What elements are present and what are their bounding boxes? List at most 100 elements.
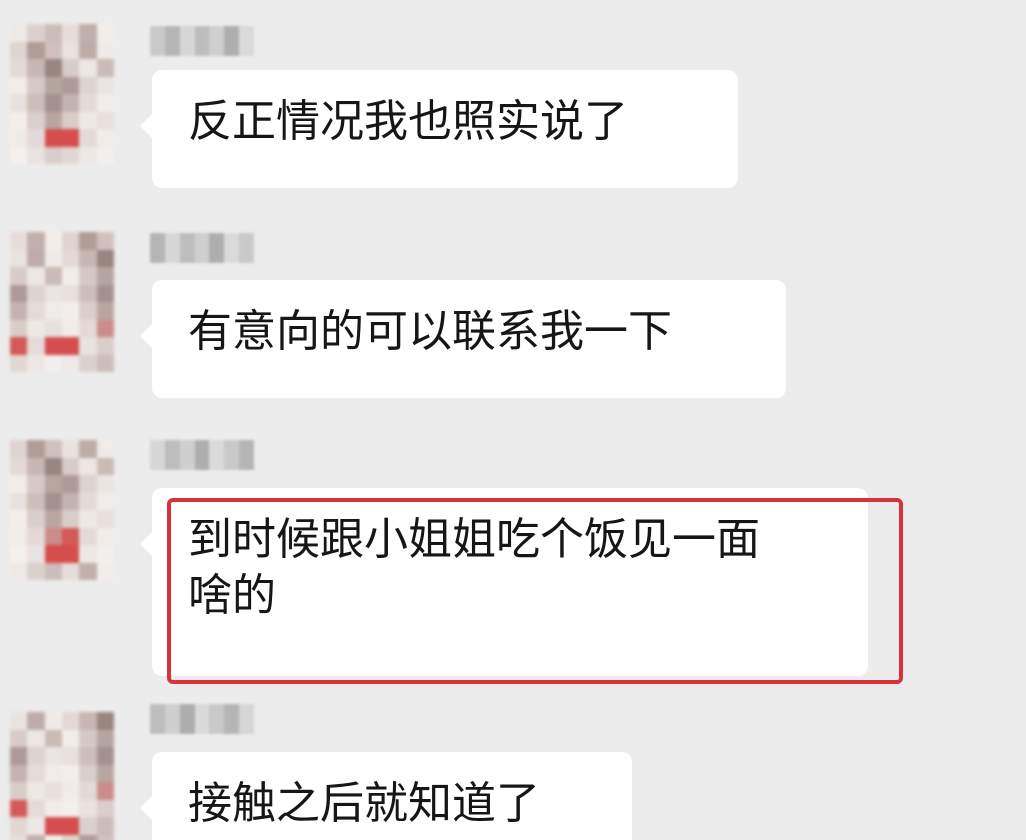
- avatar-mosaic-pixel: [27, 76, 45, 94]
- name-mosaic-pixel: [239, 704, 254, 719]
- avatar-mosaic-pixel: [79, 729, 97, 747]
- avatar-mosaic-pixel: [44, 267, 62, 285]
- avatar-mosaic-pixel: [62, 527, 80, 545]
- avatar[interactable]: [10, 712, 114, 840]
- avatar-mosaic-pixel: [62, 319, 80, 337]
- name-mosaic-pixel: [179, 26, 195, 41]
- name-mosaic-pixel: [164, 440, 180, 455]
- avatar-mosaic-pixel: [27, 712, 45, 730]
- sender-name: [150, 233, 254, 263]
- avatar-mosaic-pixel: [44, 302, 62, 320]
- name-mosaic-pixel: [239, 26, 254, 41]
- avatar-mosaic-pixel: [27, 146, 45, 164]
- avatar-mosaic-pixel: [62, 764, 80, 782]
- name-mosaic-pixel: [179, 41, 195, 56]
- name-mosaic-pixel: [209, 455, 225, 470]
- avatar-mosaic-pixel: [44, 475, 62, 493]
- name-mosaic-pixel: [179, 233, 195, 248]
- avatar-mosaic-pixel: [27, 817, 45, 835]
- avatar-mosaic-pixel: [10, 302, 28, 320]
- avatar[interactable]: [10, 232, 114, 372]
- avatar-mosaic-pixel: [79, 764, 97, 782]
- avatar[interactable]: [10, 24, 114, 164]
- name-mosaic-pixel: [209, 233, 225, 248]
- avatar-mosaic-pixel: [44, 24, 62, 42]
- avatar-mosaic-pixel: [79, 510, 97, 528]
- avatar-mosaic-pixel: [27, 129, 45, 147]
- avatar-mosaic-pixel: [44, 492, 62, 510]
- avatar-mosaic-pixel: [10, 232, 28, 250]
- avatar-mosaic-pixel: [10, 545, 28, 563]
- avatar-mosaic-pixel: [44, 440, 62, 458]
- message-bubble[interactable]: 有意向的可以联系我一下: [140, 280, 786, 398]
- avatar-mosaic-pixel: [10, 24, 28, 42]
- avatar-mosaic-pixel: [62, 354, 80, 372]
- avatar-mosaic-pixel: [96, 457, 114, 475]
- message-bubble[interactable]: 接触之后就知道了: [140, 752, 632, 840]
- name-mosaic-pixel: [239, 248, 254, 263]
- name-mosaic-pixel: [194, 233, 210, 248]
- avatar-mosaic-pixel: [62, 782, 80, 800]
- avatar-mosaic-pixel: [62, 249, 80, 267]
- avatar-mosaic-pixel: [79, 475, 97, 493]
- avatar-mosaic-pixel: [27, 59, 45, 77]
- name-mosaic-pixel: [164, 41, 180, 56]
- sender-name: [150, 440, 254, 470]
- avatar-mosaic-pixel: [27, 510, 45, 528]
- avatar-mosaic-pixel: [10, 267, 28, 285]
- avatar-mosaic-pixel: [44, 799, 62, 817]
- avatar-mosaic-pixel: [44, 712, 62, 730]
- avatar-mosaic-pixel: [96, 267, 114, 285]
- avatar-mosaic-pixel: [27, 232, 45, 250]
- avatar-mosaic-pixel: [44, 545, 62, 563]
- avatar-mosaic-pixel: [62, 457, 80, 475]
- name-mosaic-pixel: [209, 704, 225, 719]
- name-mosaic-pixel: [179, 455, 195, 470]
- avatar-mosaic-pixel: [10, 76, 28, 94]
- name-mosaic-pixel: [194, 704, 210, 719]
- avatar-mosaic-pixel: [27, 834, 45, 840]
- avatar-mosaic-pixel: [79, 799, 97, 817]
- avatar-mosaic-pixel: [10, 492, 28, 510]
- name-mosaic-pixel: [224, 719, 240, 734]
- avatar-mosaic-pixel: [62, 284, 80, 302]
- avatar-mosaic-pixel: [27, 319, 45, 337]
- avatar-mosaic-pixel: [27, 729, 45, 747]
- avatar-mosaic-pixel: [10, 111, 28, 129]
- avatar-mosaic-pixel: [96, 111, 114, 129]
- avatar-mosaic-pixel: [27, 527, 45, 545]
- avatar-mosaic-pixel: [79, 834, 97, 840]
- avatar-mosaic-pixel: [27, 457, 45, 475]
- avatar-mosaic-pixel: [27, 267, 45, 285]
- avatar-mosaic-pixel: [27, 111, 45, 129]
- avatar-mosaic-pixel: [96, 232, 114, 250]
- avatar-mosaic-pixel: [44, 284, 62, 302]
- name-mosaic-pixel: [164, 233, 180, 248]
- avatar-mosaic-pixel: [27, 284, 45, 302]
- name-mosaic-pixel: [239, 440, 254, 455]
- name-mosaic-pixel: [164, 26, 180, 41]
- avatar-mosaic-pixel: [62, 76, 80, 94]
- avatar-mosaic-pixel: [79, 545, 97, 563]
- name-mosaic-pixel: [194, 440, 210, 455]
- avatar-mosaic-pixel: [10, 94, 28, 112]
- name-mosaic-pixel: [224, 248, 240, 263]
- avatar[interactable]: [10, 440, 114, 580]
- avatar-mosaic-pixel: [44, 817, 62, 835]
- avatar-mosaic-pixel: [96, 764, 114, 782]
- avatar-mosaic-pixel: [10, 799, 28, 817]
- avatar-mosaic-pixel: [79, 41, 97, 59]
- avatar-mosaic-pixel: [62, 510, 80, 528]
- avatar-mosaic-pixel: [62, 729, 80, 747]
- avatar-mosaic-pixel: [62, 799, 80, 817]
- avatar-mosaic-pixel: [62, 41, 80, 59]
- avatar-mosaic-pixel: [62, 302, 80, 320]
- avatar-mosaic-pixel: [96, 475, 114, 493]
- avatar-mosaic-pixel: [10, 354, 28, 372]
- avatar-mosaic-pixel: [96, 59, 114, 77]
- message-bubble[interactable]: 到时候跟小姐姐吃个饭见一面 啥的: [140, 488, 868, 676]
- message-bubble[interactable]: 反正情况我也照实说了: [140, 70, 738, 188]
- avatar-mosaic-pixel: [96, 747, 114, 765]
- avatar-mosaic-pixel: [79, 302, 97, 320]
- name-mosaic-pixel: [164, 248, 180, 263]
